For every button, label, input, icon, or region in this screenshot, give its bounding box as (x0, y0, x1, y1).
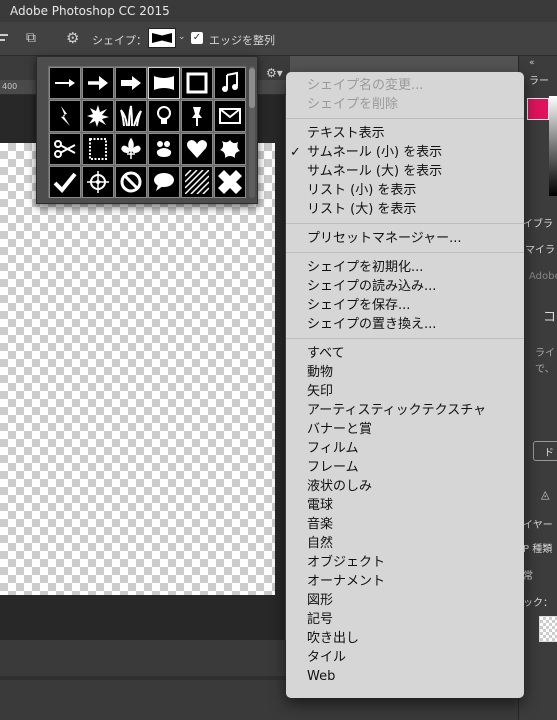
shape-picker-swatch[interactable] (148, 28, 176, 48)
ruler-tick-label: 400 (2, 82, 18, 91)
menu-item[interactable]: タイル (307, 648, 346, 667)
menu-item[interactable]: 液状のしみ (307, 477, 372, 496)
tool-icon[interactable]: ◬ (541, 488, 549, 501)
menu-item[interactable]: フレーム (307, 458, 359, 477)
collapse-panel-icon[interactable]: « (529, 58, 535, 68)
shape-diamond-tile-icon[interactable] (214, 166, 246, 198)
menu-item[interactable]: オーナメント (307, 572, 385, 591)
menu-separator (286, 223, 524, 224)
color-tab[interactable]: ラー (529, 72, 549, 87)
menu-separator (286, 252, 524, 253)
shape-frame-square-icon[interactable] (181, 67, 213, 99)
chevron-down-icon[interactable]: ⌄ (178, 32, 186, 42)
color-spectrum[interactable] (549, 96, 557, 196)
shape-music-note-icon[interactable] (214, 67, 246, 99)
shape-paw-blob-icon[interactable] (148, 133, 180, 165)
shape-arrow-thin-icon[interactable] (49, 67, 81, 99)
section-heading: コ (543, 310, 557, 325)
menu-item: シェイプ名の変更... (307, 78, 424, 93)
menu-item[interactable]: フィルム (307, 439, 358, 458)
menu-item[interactable]: プリセットマネージャー... (307, 229, 462, 248)
shape-target-icon[interactable] (82, 166, 114, 198)
shape-banner-icon[interactable] (148, 67, 180, 99)
menu-item[interactable]: 音楽 (307, 515, 333, 534)
menu-item[interactable]: 記号 (307, 610, 333, 629)
shape-pushpin-icon[interactable] (181, 100, 213, 132)
shape-arrow-block-icon[interactable] (115, 67, 147, 99)
menu-item[interactable]: Web (307, 667, 335, 686)
menu-item[interactable]: シェイプを初期化... (307, 258, 423, 277)
menu-item[interactable]: シェイプを保存... (307, 296, 410, 315)
shape-arrow-bold-icon[interactable] (82, 67, 114, 99)
shape-scissors-icon[interactable] (49, 133, 81, 165)
settings-gear-icon[interactable]: ⚙ (66, 28, 84, 48)
menu-item[interactable]: サムネール (大) を表示 (307, 162, 442, 181)
libraries-tab[interactable]: イブラ (523, 215, 553, 230)
align-edges-checkbox[interactable]: ✓ (191, 32, 203, 44)
picker-scroll-thumb[interactable] (249, 68, 255, 108)
shape-picker-panel (36, 56, 258, 204)
menu-item[interactable]: 矢印 (307, 382, 333, 401)
shape-thumbnail-grid (48, 66, 246, 198)
shape-grass-icon[interactable] (115, 100, 147, 132)
shape-envelope-icon[interactable] (214, 100, 246, 132)
path-arrange-icon[interactable]: ⧉ (26, 28, 46, 48)
menu-item[interactable]: オブジェクト (307, 553, 385, 572)
shape-fleur-de-lis-icon[interactable] (115, 133, 147, 165)
library-button[interactable]: ド (533, 441, 557, 461)
menu-item[interactable]: 吹き出し (307, 629, 359, 648)
shape-hatch-tile-icon[interactable] (181, 166, 213, 198)
shape-starburst-icon[interactable] (82, 100, 114, 132)
transparent-canvas[interactable] (0, 143, 275, 595)
menu-item[interactable]: テキスト表示 (307, 124, 385, 143)
shape-splat-icon[interactable] (214, 133, 246, 165)
shape-stamp-frame-icon[interactable] (82, 133, 114, 165)
options-bar: ⧉ ⚙ シェイプ： ⌄ ✓ エッジを整列 (0, 22, 557, 56)
menu-item[interactable]: 自然 (307, 534, 333, 553)
picker-gear-icon[interactable]: ⚙▾ (266, 64, 286, 82)
menu-item[interactable]: アーティスティックテクスチャ (307, 401, 486, 420)
library-name[interactable]: マイラ (525, 241, 555, 256)
shape-label: シェイプ： (92, 34, 147, 47)
library-description-2: で、 (535, 364, 555, 375)
align-edges-label: エッジを整列 (209, 34, 275, 47)
blend-mode-select[interactable]: 常 (523, 567, 533, 582)
menu-item[interactable]: リスト (小) を表示 (307, 181, 416, 200)
menu-item: シェイプを削除 (307, 97, 399, 112)
menu-item[interactable]: 動物 (307, 363, 333, 382)
shape-lightning-icon[interactable] (49, 100, 81, 132)
shape-lightbulb-icon[interactable] (148, 100, 180, 132)
title-bar: Adobe Photoshop CC 2015 (0, 0, 557, 22)
layers-tab[interactable]: イヤー (523, 516, 553, 531)
align-tool-icon[interactable] (0, 32, 14, 44)
menu-item[interactable]: 図形 (307, 591, 333, 610)
menu-item[interactable]: バナーと賞 (307, 420, 372, 439)
menu-item[interactable]: シェイプの置き換え... (307, 315, 436, 334)
menu-item[interactable]: 電球 (307, 496, 333, 515)
menu-separator (286, 338, 524, 339)
library-button-label: ド (544, 448, 554, 459)
menu-item[interactable]: シェイプの読み込み... (307, 277, 436, 296)
menu-separator (286, 118, 524, 119)
checkmark-icon: ✓ (290, 145, 301, 160)
menu-item[interactable]: リスト (大) を表示 (307, 200, 416, 219)
layer-kind-filter[interactable]: P 種類 (523, 540, 552, 555)
lock-label: ック： (523, 598, 553, 609)
window-title: Adobe Photoshop CC 2015 (10, 4, 170, 18)
menu-item[interactable]: サムネール (小) を表示 (307, 143, 442, 162)
shape-options-menu: シェイプ名の変更... シェイプを削除テキスト表示 ✓ サムネール (小) を表示 サム… (286, 72, 524, 698)
shape-checkmark-icon[interactable] (49, 166, 81, 198)
layer-thumbnail[interactable] (539, 616, 557, 642)
foreground-color-swatch[interactable] (527, 98, 549, 120)
menu-item[interactable]: すべて (307, 344, 345, 363)
shape-speech-bubble-icon[interactable] (148, 166, 180, 198)
shape-heart-icon[interactable] (181, 133, 213, 165)
library-description: ライ (535, 348, 555, 359)
shape-no-sign-icon[interactable] (115, 166, 147, 198)
library-source: Adobe (529, 271, 557, 282)
